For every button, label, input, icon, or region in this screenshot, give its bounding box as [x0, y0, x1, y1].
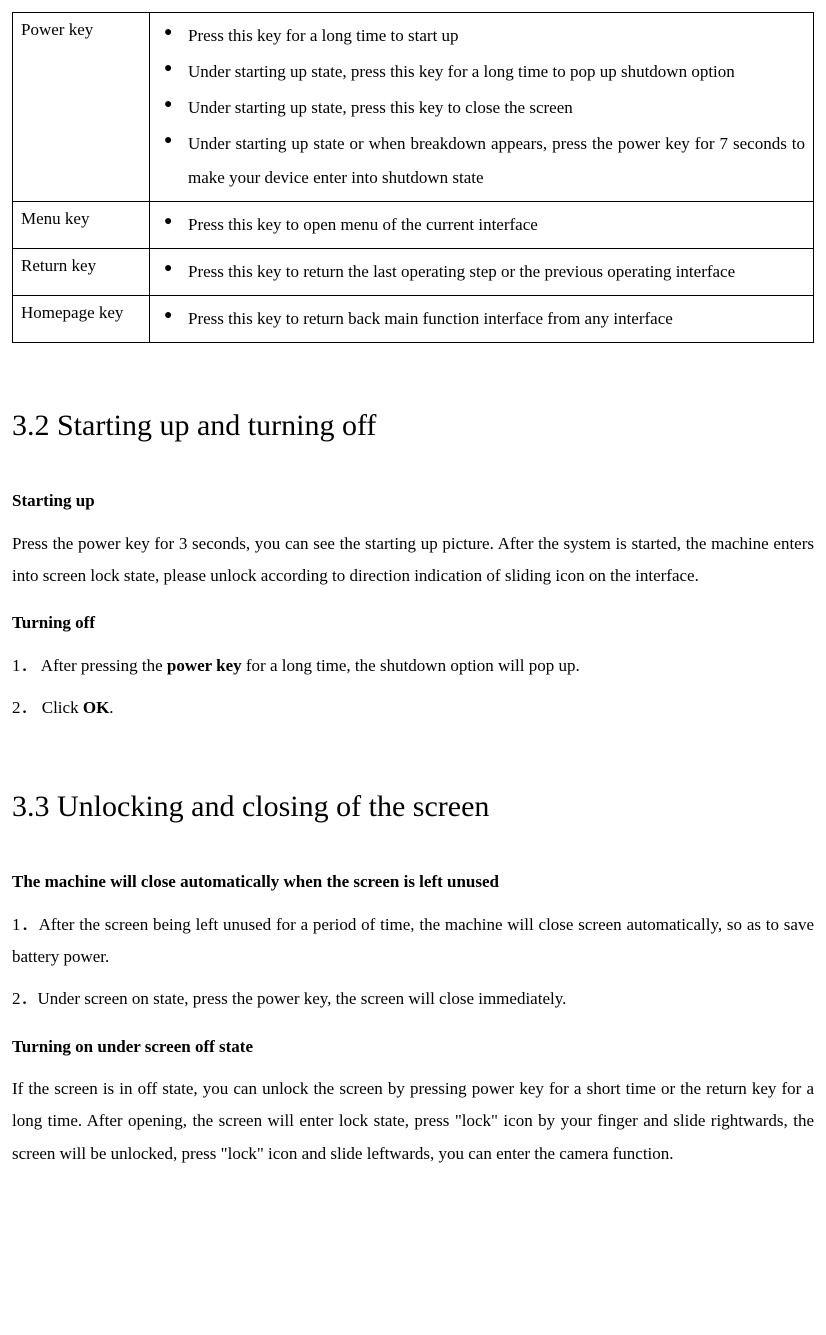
section-heading-3-3: 3.3 Unlocking and closing of the screen — [12, 784, 814, 829]
key-name-cell: Menu key — [13, 202, 150, 249]
step-text: 1． After pressing the — [12, 656, 167, 675]
numbered-step: 2． Click OK. — [12, 692, 814, 724]
step-bold: OK — [83, 698, 109, 717]
numbered-step: 1． After pressing the power key for a lo… — [12, 650, 814, 682]
subheading-auto-close: The machine will close automatically whe… — [12, 869, 814, 895]
key-name-cell: Homepage key — [13, 296, 150, 343]
subheading-screen-off: Turning on under screen off state — [12, 1034, 814, 1060]
subheading-starting-up: Starting up — [12, 488, 814, 514]
key-desc-cell: Press this key to return the last operat… — [150, 249, 814, 296]
step-text: for a long time, the shutdown option wil… — [242, 656, 580, 675]
paragraph: If the screen is in off state, you can u… — [12, 1073, 814, 1170]
step-text: . — [109, 698, 113, 717]
paragraph: 1．After the screen being left unused for… — [12, 909, 814, 974]
bullet-item: Press this key to open menu of the curre… — [158, 208, 805, 242]
bullet-item: Under starting up state or when breakdow… — [158, 127, 805, 195]
bullet-item: Press this key for a long time to start … — [158, 19, 805, 53]
table-row: Return key Press this key to return the … — [13, 249, 814, 296]
bullet-item: Press this key to return the last operat… — [158, 255, 805, 289]
table-row: Menu key Press this key to open menu of … — [13, 202, 814, 249]
paragraph: 2．Under screen on state, press the power… — [12, 983, 814, 1015]
bullet-item: Under starting up state, press this key … — [158, 91, 805, 125]
paragraph: Press the power key for 3 seconds, you c… — [12, 528, 814, 593]
step-bold: power key — [167, 656, 242, 675]
key-desc-cell: Press this key to return back main funct… — [150, 296, 814, 343]
section-heading-3-2: 3.2 Starting up and turning off — [12, 403, 814, 448]
table-row: Homepage key Press this key to return ba… — [13, 296, 814, 343]
table-row: Power key Press this key for a long time… — [13, 13, 814, 202]
bullet-item: Press this key to return back main funct… — [158, 302, 805, 336]
key-desc-cell: Press this key for a long time to start … — [150, 13, 814, 202]
bullet-item: Under starting up state, press this key … — [158, 55, 805, 89]
step-text: 2． Click — [12, 698, 83, 717]
key-functions-table: Power key Press this key for a long time… — [12, 12, 814, 343]
subheading-turning-off: Turning off — [12, 610, 814, 636]
key-name-cell: Power key — [13, 13, 150, 202]
key-desc-cell: Press this key to open menu of the curre… — [150, 202, 814, 249]
key-name-cell: Return key — [13, 249, 150, 296]
